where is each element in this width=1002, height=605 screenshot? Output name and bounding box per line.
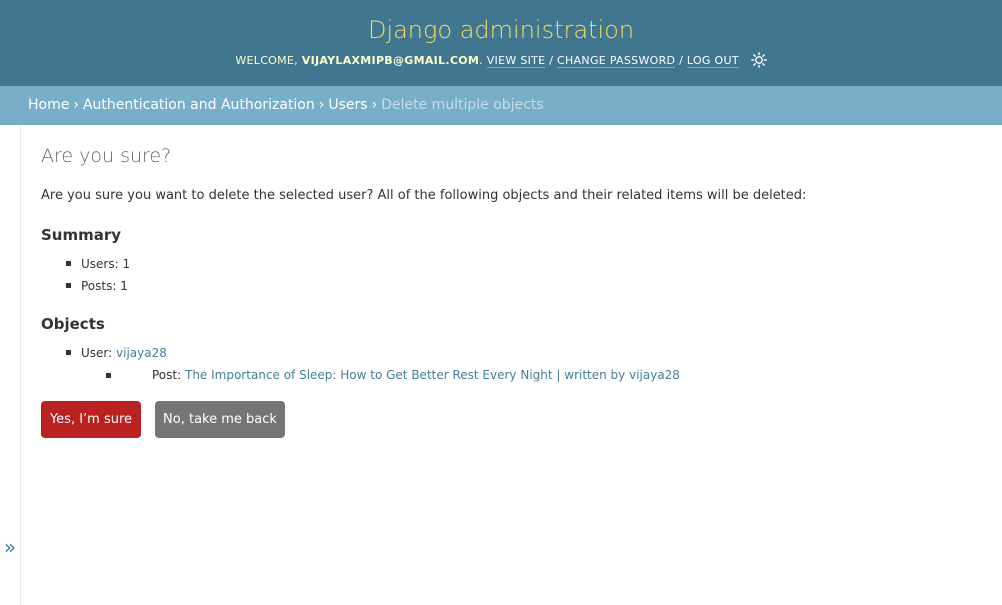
confirm-delete-button[interactable]: Yes, I’m sure (41, 401, 141, 438)
toggle-nav-sidebar-button[interactable]: » (0, 535, 20, 559)
breadcrumb-separator: › (371, 97, 378, 113)
user-object-link[interactable]: vijaya28 (116, 346, 167, 360)
summary-list: Users: 1 Posts: 1 (41, 253, 130, 297)
change-password-link[interactable]: Change password (557, 54, 676, 68)
user-tools: Welcome, vijaylaxmipb@gmail.com. View si… (0, 52, 1002, 70)
bullet-icon (66, 283, 71, 288)
username: vijaylaxmipb@gmail.com (301, 54, 480, 67)
username-suffix: . (479, 54, 483, 67)
bullet-icon (66, 261, 71, 266)
summary-count: 1 (120, 279, 128, 293)
site-header: Django administration Welcome, vijaylaxm… (0, 0, 1002, 86)
breadcrumb-users[interactable]: Users (328, 97, 367, 113)
summary-label: Users: (81, 257, 119, 271)
post-object-link[interactable]: The Importance of Sleep: How to Get Bett… (185, 368, 680, 382)
objects-heading: Objects (41, 315, 105, 333)
object-item-user: User: vijaya28 (41, 342, 680, 364)
breadcrumb-home[interactable]: Home (28, 97, 69, 113)
cancel-button[interactable]: No, take me back (155, 401, 285, 438)
site-name[interactable]: Django administration (368, 16, 634, 44)
page-title: Are you sure? (41, 145, 172, 167)
summary-item-users: Users: 1 (41, 253, 130, 275)
breadcrumb-app[interactable]: Authentication and Authorization (83, 97, 315, 113)
user-tools-separator: / (679, 54, 684, 67)
summary-count: 1 (122, 257, 131, 271)
summary-label: Posts: (81, 279, 117, 293)
bullet-icon (66, 350, 71, 355)
user-tools-separator: / (549, 54, 554, 67)
summary-heading: Summary (41, 226, 122, 244)
object-label: Post: (152, 368, 182, 382)
view-site-link[interactable]: View site (486, 54, 546, 68)
welcome-text: Welcome, (235, 54, 298, 67)
bullet-icon (106, 373, 111, 378)
nav-sidebar-rail: » (0, 125, 21, 605)
breadcrumb: Home › Authentication and Authorization › Us… (0, 86, 1002, 125)
breadcrumb-separator: › (73, 97, 79, 113)
object-label: User: (81, 346, 113, 360)
summary-item-posts: Posts: 1 (41, 275, 130, 297)
breadcrumb-current: Delete multiple objects (381, 97, 544, 113)
sun-icon[interactable] (750, 52, 767, 68)
breadcrumb-separator: › (318, 97, 325, 113)
object-item-post: Post: The Importance of Sleep: How to Ge… (41, 364, 680, 387)
site-branding[interactable]: Django administration (0, 14, 1002, 46)
log-out-link[interactable]: Log out (686, 54, 739, 68)
delete-confirmation-text: Are you sure you want to delete the sele… (41, 188, 807, 203)
objects-list: User: vijaya28 Post: The Importance of S… (41, 342, 680, 387)
